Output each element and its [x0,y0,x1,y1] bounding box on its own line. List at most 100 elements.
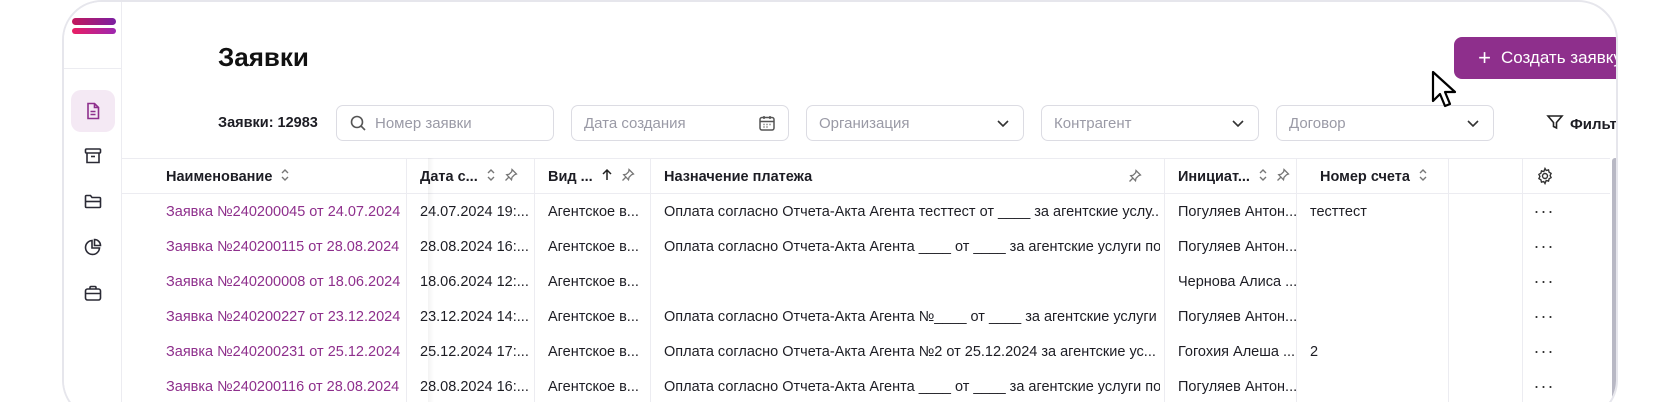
page-title: Заявки [218,42,309,72]
cell-initiator: Чернова Алиса ... [1178,273,1296,290]
row-menu-icon[interactable]: ··· [1526,264,1562,299]
column-header-initiator[interactable]: Инициат... [1164,159,1308,194]
organization-select[interactable]: Организация [806,105,1024,141]
cell-name[interactable]: Заявка №240200116 от 28.08.2024 [152,369,406,402]
pin-icon[interactable] [504,167,518,186]
requests-count: Заявки: 12983 [218,115,318,131]
cell-type: Агентское в... [548,308,639,325]
column-header-purpose[interactable]: Назначение платежа [650,159,1170,194]
cell-date: 24.07.2024 19:... [420,203,529,220]
sort-icon[interactable] [486,168,496,186]
column-header-type[interactable]: Вид ... [534,159,650,194]
cell-initiator: Погуляев Антон... [1178,378,1296,395]
settings-gear-icon[interactable] [1536,166,1554,190]
column-label: Наименование [166,168,273,185]
sort-icon[interactable] [280,168,290,186]
column-label: Инициат... [1178,168,1250,185]
filter-icon [1546,113,1564,135]
chevron-down-icon [1230,115,1246,131]
sidebar-item-reports[interactable] [71,226,115,268]
contract-placeholder: Договор [1289,114,1346,132]
folder-icon [84,194,102,209]
column-header-name[interactable]: Наименование [152,159,410,194]
cell-date: 28.08.2024 16:... [420,238,529,255]
cell-purpose [650,264,1160,299]
cell-type: Агентское в... [548,238,639,255]
column-header-account[interactable]: Номер счета [1306,159,1456,194]
sidebar-item-folders[interactable] [71,180,115,222]
cell-account [1296,229,1446,264]
cell-account [1296,299,1446,334]
cell-account: 2 [1310,343,1319,360]
cell-purpose: Оплата согласно Отчета-Акта Агента тестт… [664,203,1160,220]
row-menu-icon[interactable]: ··· [1526,334,1562,369]
cell-name[interactable]: Заявка №240200008 от 18.06.2024 [152,264,406,299]
sort-ascending-icon[interactable] [601,168,613,186]
vertical-scrollbar[interactable] [1612,158,1616,402]
calendar-icon[interactable] [758,114,776,132]
pin-icon[interactable] [1128,169,1142,188]
cell-date: 25.12.2024 17:... [420,343,529,360]
cell-date: 28.08.2024 16:... [420,378,529,395]
sort-icon[interactable] [1258,168,1268,186]
cell-name[interactable]: Заявка №240200115 от 28.08.2024 [152,229,406,264]
cell-account [1296,369,1446,402]
row-menu-icon[interactable]: ··· [1526,369,1562,402]
briefcase-icon [84,285,102,301]
cell-initiator: Гогохия Алеша ... [1178,343,1296,360]
app-window: Заявки + Создать заявку Заявки: 12983 Но… [62,0,1618,402]
cell-account: тесттест [1310,203,1367,220]
cell-type: Агентское в... [548,343,639,360]
sidebar [64,2,122,402]
table-row[interactable]: Заявка №240200227 от 23.12.2024 23.12.202… [122,299,1610,334]
row-menu-icon[interactable]: ··· [1526,299,1562,334]
row-menu-icon[interactable]: ··· [1526,229,1562,264]
sidebar-item-requests[interactable] [71,90,115,132]
logo[interactable] [72,18,116,36]
search-input[interactable]: Номер заявки [336,105,554,141]
plus-icon: + [1478,45,1491,70]
cell-date: 18.06.2024 12:... [420,273,529,290]
mouse-cursor-icon [1431,70,1457,108]
table-row[interactable]: Заявка №240200045 от 24.07.2024 24.07.202… [122,194,1610,229]
sidebar-item-archive[interactable] [71,135,115,177]
column-label: Номер счета [1320,168,1410,185]
column-label: Назначение платежа [664,168,813,185]
cell-type: Агентское в... [548,273,639,290]
row-menu-icon[interactable]: ··· [1526,194,1562,229]
create-request-button[interactable]: + Создать заявку [1454,37,1618,79]
filters-button[interactable]: Фильтры [1546,113,1617,135]
cell-initiator: Погуляев Антон... [1178,308,1296,325]
table-row[interactable]: Заявка №240200231 от 25.12.2024 25.12.202… [122,334,1610,369]
pie-chart-icon [84,238,102,256]
sidebar-item-portfolio[interactable] [71,272,115,314]
cell-purpose: Оплата согласно Отчета-Акта Агента №2 от… [664,343,1156,360]
cell-type: Агентское в... [548,378,639,395]
cell-name[interactable]: Заявка №240200227 от 23.12.2024 [152,299,406,334]
cell-initiator: Погуляев Антон... [1178,203,1296,220]
table-row[interactable]: Заявка №240200008 от 18.06.2024 18.06.202… [122,264,1610,299]
cell-name[interactable]: Заявка №240200045 от 24.07.2024 [152,194,406,229]
cell-initiator: Погуляев Антон... [1178,238,1296,255]
pin-icon[interactable] [1276,167,1290,186]
contract-select[interactable]: Договор [1276,105,1494,141]
column-header-date[interactable]: Дата с... [406,159,534,194]
sort-icon[interactable] [1418,168,1428,186]
organization-placeholder: Организация [819,114,910,132]
contragent-placeholder: Контрагент [1054,114,1132,132]
cell-name[interactable]: Заявка №240200231 от 25.12.2024 [152,334,406,369]
cell-purpose: Оплата согласно Отчета-Акта Агента №____… [664,308,1160,325]
table-row[interactable]: Заявка №240200116 от 28.08.2024 28.08.202… [122,369,1610,402]
date-placeholder: Дата создания [584,114,686,132]
column-label: Вид ... [548,168,593,185]
pin-icon[interactable] [621,167,635,186]
cell-date: 23.12.2024 14:... [420,308,529,325]
table-row[interactable]: Заявка №240200115 от 28.08.2024 28.08.202… [122,229,1610,264]
filters-label: Фильтры [1570,115,1617,133]
search-icon [349,114,367,132]
chevron-down-icon [995,115,1011,131]
date-created-field[interactable]: Дата создания [571,105,789,141]
cell-purpose: Оплата согласно Отчета-Акта Агента ____ … [664,378,1160,395]
contragent-select[interactable]: Контрагент [1041,105,1259,141]
create-request-label: Создать заявку [1500,48,1618,67]
